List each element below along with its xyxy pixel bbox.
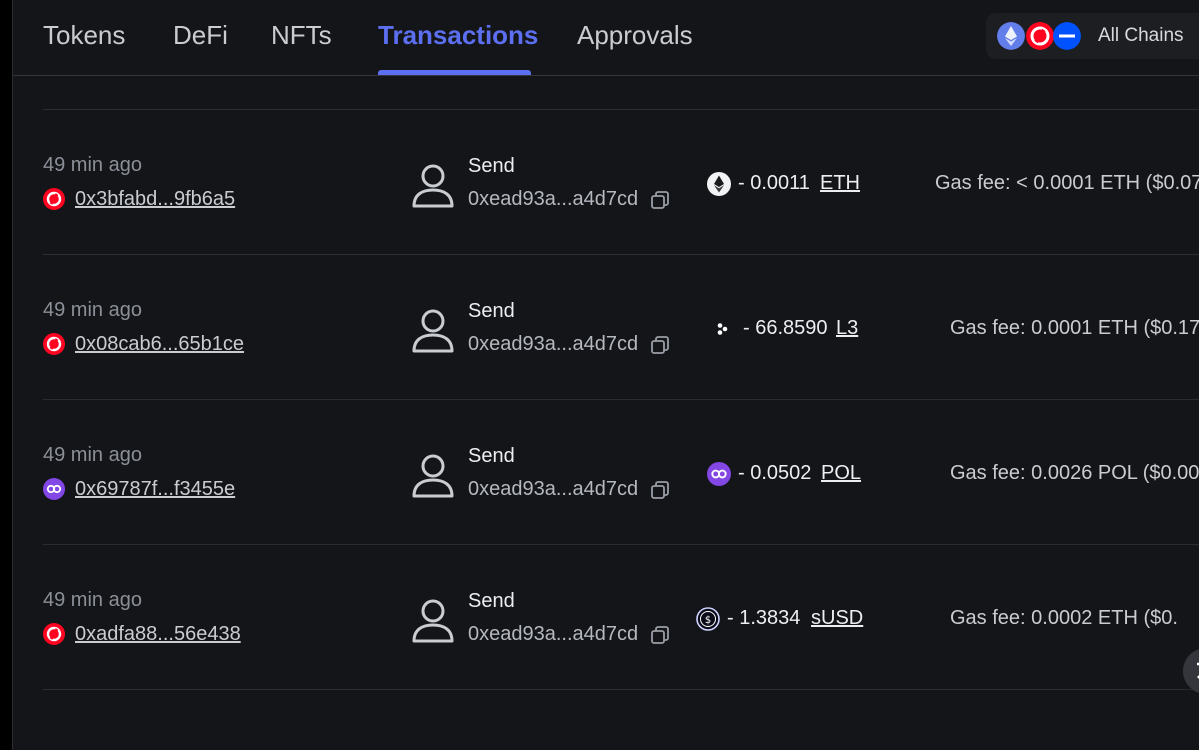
ethereum-icon: [997, 22, 1025, 50]
token-amount: - 66.8590: [743, 317, 828, 339]
transaction-type: Send: [468, 590, 515, 612]
token-amount: - 1.3834: [727, 607, 801, 629]
gas-fee-text: Gas fee: 0.0001 ETH ($0.17: [950, 317, 1199, 339]
copy-icon[interactable]: [650, 480, 670, 500]
transaction-row: 49 min ago 0xadfa88...56e438 Send 0xead9…: [43, 545, 1199, 690]
transaction-row: 49 min ago 0x08cab6...65b1ce Send 0xead9…: [43, 255, 1199, 400]
tab-tokens[interactable]: Tokens: [43, 20, 125, 51]
token-symbol-link[interactable]: POL: [821, 462, 861, 485]
user-icon: [411, 452, 455, 500]
token-symbol-link[interactable]: L3: [836, 317, 858, 340]
copy-icon[interactable]: [650, 190, 670, 210]
transaction-list: 48 min ago 0x7f3e63...6fbacf Receive 0xa…: [13, 0, 1199, 750]
gas-fee-text: Gas fee: < 0.0001 ETH ($0.07: [935, 172, 1199, 194]
optimism-icon: [43, 333, 65, 355]
tab-nfts[interactable]: NFTs: [271, 20, 332, 51]
token-symbol-link[interactable]: ETH: [820, 172, 860, 195]
user-icon: [411, 307, 455, 355]
chain-filter-dropdown[interactable]: All Chains ▾: [986, 13, 1199, 59]
copy-icon[interactable]: [650, 335, 670, 355]
svg-text:$: $: [705, 615, 711, 626]
transaction-hash-link[interactable]: 0xadfa88...56e438: [75, 623, 241, 646]
base-icon: [1053, 22, 1081, 50]
tab-approvals[interactable]: Approvals: [577, 20, 693, 51]
transaction-row: 49 min ago 0x69787f...f3455e Send 0xead9…: [43, 400, 1199, 545]
l3-token-icon: [710, 317, 734, 341]
optimism-icon: [43, 623, 65, 645]
counterparty-address: 0xead93a...a4d7cd: [468, 333, 639, 355]
transaction-time: 49 min ago: [43, 299, 142, 321]
token-amount: - 0.0011: [738, 172, 810, 194]
tab-bar: Tokens DeFi NFTs Transactions Approvals …: [13, 0, 1199, 76]
transaction-type: Send: [468, 300, 515, 322]
transaction-time: 49 min ago: [43, 154, 142, 176]
user-icon: [411, 162, 455, 210]
user-icon: [411, 597, 455, 645]
transaction-time: 49 min ago: [43, 589, 142, 611]
gas-fee-text: Gas fee: 0.0002 ETH ($0.: [950, 607, 1178, 629]
susd-token-icon: $: [696, 607, 720, 631]
transaction-hash-link[interactable]: 0x08cab6...65b1ce: [75, 333, 244, 356]
token-symbol-link[interactable]: sUSD: [811, 607, 863, 630]
transaction-time: 49 min ago: [43, 444, 142, 466]
token-amount: - 0.0502: [738, 462, 812, 484]
counterparty-address: 0xead93a...a4d7cd: [468, 623, 639, 645]
optimism-icon: [43, 188, 65, 210]
counterparty-address: 0xead93a...a4d7cd: [468, 188, 639, 210]
chevron-up-icon: [1197, 662, 1199, 679]
tab-defi[interactable]: DeFi: [173, 20, 228, 51]
transaction-hash-link[interactable]: 0x69787f...f3455e: [75, 478, 235, 501]
copy-icon[interactable]: [650, 625, 670, 645]
chain-filter-label: All Chains: [1098, 25, 1184, 46]
transaction-row: 49 min ago 0x3bfabd...9fb6a5 Send 0xead9…: [43, 110, 1199, 255]
tab-transactions[interactable]: Transactions: [378, 20, 538, 51]
gas-fee-text: Gas fee: 0.0026 POL ($0.00: [950, 462, 1199, 484]
polygon-icon: [43, 478, 65, 500]
transaction-hash-link[interactable]: 0x3bfabd...9fb6a5: [75, 188, 235, 211]
eth-token-icon: [707, 172, 731, 196]
pol-token-icon: [707, 462, 731, 486]
counterparty-address: 0xead93a...a4d7cd: [468, 478, 639, 500]
optimism-icon: [1026, 22, 1054, 50]
transaction-type: Send: [468, 155, 515, 177]
transaction-type: Send: [468, 445, 515, 467]
wallet-panel: 48 min ago 0x7f3e63...6fbacf Receive 0xa…: [12, 0, 1199, 750]
active-tab-indicator: [378, 70, 531, 75]
